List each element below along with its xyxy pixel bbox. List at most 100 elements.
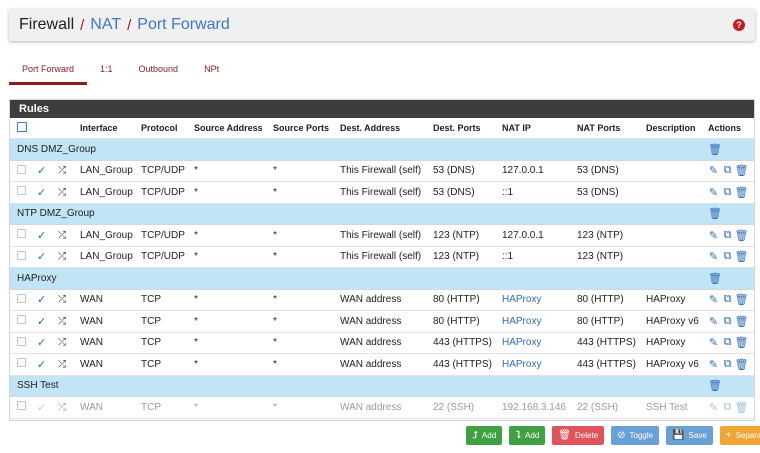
- checkmark-icon[interactable]: ✓: [37, 164, 46, 177]
- edit-icon[interactable]: ✎: [708, 293, 719, 306]
- protocol-cell: TCP: [141, 358, 161, 370]
- trash-icon: 🗑: [558, 430, 571, 441]
- help-icon[interactable]: ?: [733, 19, 745, 31]
- checkmark-icon[interactable]: ✓: [37, 186, 46, 199]
- tab-1to1[interactable]: 1:1: [87, 55, 126, 85]
- shuffle-icon: ⤮: [58, 251, 66, 263]
- trash-icon[interactable]: 🗑: [735, 229, 749, 242]
- edit-icon[interactable]: ✎: [708, 336, 719, 349]
- copy-icon[interactable]: ⧉: [722, 315, 733, 328]
- row-actions: ✎ ⧉ 🗑: [708, 401, 749, 414]
- interface-cell: WAN: [80, 401, 103, 413]
- trash-icon[interactable]: 🗑: [735, 358, 749, 371]
- separator-row: DNS DMZ_Group 🗑: [10, 139, 754, 161]
- table-row: ✓ ⤮ WAN TCP * * WAN address 80 (HTTP) HAProxy 80 …: [10, 311, 754, 333]
- nat-ports-cell: 22 (SSH): [577, 401, 619, 413]
- breadcrumb-port-forward[interactable]: Port Forward: [137, 16, 229, 34]
- trash-icon[interactable]: 🗑: [735, 401, 749, 414]
- shuffle-icon: ⤮: [58, 294, 66, 306]
- checkmark-icon[interactable]: ✓: [37, 401, 46, 414]
- checkmark-icon[interactable]: ✓: [37, 229, 46, 242]
- dest-address-cell: This Firewall (self): [340, 165, 422, 177]
- trash-icon[interactable]: 🗑: [708, 143, 722, 156]
- rules-panel: Rules Interface Protocol Source Address …: [9, 99, 755, 421]
- row-actions: ✎ ⧉ 🗑: [708, 358, 749, 371]
- row-checkbox[interactable]: [17, 250, 26, 263]
- trash-icon[interactable]: 🗑: [708, 272, 722, 285]
- add-above-button[interactable]: ⮥ Add: [466, 426, 503, 445]
- row-checkbox[interactable]: [17, 336, 26, 349]
- row-checkbox[interactable]: [17, 401, 26, 413]
- checkmark-icon[interactable]: ✓: [37, 336, 46, 349]
- nat-ip-cell: 192.168.3.146: [502, 401, 566, 413]
- row-checkbox[interactable]: [17, 186, 26, 198]
- delete-button[interactable]: 🗑 Delete: [552, 426, 605, 445]
- tab-outbound[interactable]: Outbound: [126, 55, 192, 85]
- separator-row: NTP DMZ_Group 🗑: [10, 203, 754, 225]
- col-dest-address: Dest. Address: [340, 123, 401, 133]
- dest-ports-cell: 53 (DNS): [433, 186, 475, 198]
- table-row: ✓ ⤮ LAN_Group TCP/UDP * * This Firewall (self)…: [10, 161, 754, 182]
- copy-icon[interactable]: ⧉: [722, 336, 733, 349]
- select-all-checkbox[interactable]: [17, 122, 27, 134]
- breadcrumb-nat[interactable]: NAT: [90, 16, 121, 34]
- checkmark-icon[interactable]: ✓: [37, 358, 46, 371]
- trash-icon[interactable]: 🗑: [735, 164, 749, 177]
- copy-icon[interactable]: ⧉: [722, 293, 733, 306]
- trash-icon[interactable]: 🗑: [735, 293, 749, 306]
- trash-icon[interactable]: 🗑: [708, 379, 722, 392]
- nat-ip-cell[interactable]: HAProxy: [502, 316, 541, 327]
- edit-icon[interactable]: ✎: [708, 358, 719, 371]
- copy-icon[interactable]: ⧉: [722, 358, 733, 371]
- row-checkbox[interactable]: [17, 293, 26, 306]
- interface-cell: LAN_Group: [80, 165, 133, 177]
- trash-icon[interactable]: 🗑: [735, 315, 749, 328]
- copy-icon[interactable]: ⧉: [722, 401, 733, 414]
- separator-button[interactable]: +Separator: [719, 426, 760, 445]
- checkmark-icon[interactable]: ✓: [37, 293, 46, 306]
- edit-icon[interactable]: ✎: [708, 250, 719, 263]
- tab-npt[interactable]: NPt: [191, 55, 232, 85]
- row-checkbox[interactable]: [17, 315, 26, 327]
- trash-icon[interactable]: 🗑: [735, 186, 749, 199]
- save-button[interactable]: 💾 Save: [666, 426, 713, 445]
- tab-port-forward[interactable]: Port Forward: [9, 55, 88, 85]
- trash-icon[interactable]: 🗑: [735, 336, 749, 349]
- toggle-button[interactable]: ⊘ Toggle: [611, 426, 660, 445]
- copy-icon[interactable]: ⧉: [722, 186, 733, 199]
- trash-icon[interactable]: 🗑: [735, 250, 749, 263]
- nat-ip-cell[interactable]: HAProxy: [502, 359, 541, 370]
- edit-icon[interactable]: ✎: [708, 401, 719, 414]
- trash-icon[interactable]: 🗑: [708, 207, 722, 220]
- protocol-cell: TCP: [141, 337, 161, 349]
- copy-icon[interactable]: ⧉: [722, 250, 733, 263]
- breadcrumb-firewall: Firewall: [19, 16, 75, 33]
- separator-label: SSH Test: [17, 380, 59, 392]
- edit-icon[interactable]: ✎: [708, 229, 719, 242]
- save-icon: 💾: [672, 430, 685, 441]
- checkmark-icon[interactable]: ✓: [37, 315, 46, 328]
- checkmark-icon[interactable]: ✓: [37, 250, 46, 263]
- edit-icon[interactable]: ✎: [708, 164, 719, 177]
- row-actions: ✎ ⧉ 🗑: [708, 229, 749, 242]
- dest-ports-cell: 123 (NTP): [433, 229, 480, 241]
- interface-cell: LAN_Group: [80, 251, 133, 263]
- nat-ip-cell[interactable]: HAProxy: [502, 337, 541, 348]
- copy-icon[interactable]: ⧉: [722, 164, 733, 177]
- shuffle-icon: ⤮: [58, 315, 66, 327]
- nat-ip-cell[interactable]: HAProxy: [502, 294, 541, 305]
- row-actions: ✎ ⧉ 🗑: [708, 336, 749, 349]
- row-checkbox[interactable]: [17, 358, 26, 370]
- dest-address-cell: WAN address: [340, 294, 402, 306]
- add-below-button[interactable]: ⮧ Add: [509, 426, 546, 445]
- separator-actions: 🗑: [708, 207, 722, 220]
- row-checkbox[interactable]: [17, 229, 26, 241]
- copy-icon[interactable]: ⧉: [722, 229, 733, 242]
- edit-icon[interactable]: ✎: [708, 315, 719, 328]
- source-ports-cell: *: [273, 229, 277, 241]
- table-row: ✓ ⤮ LAN_Group TCP/UDP * * This Firewall (self)…: [10, 225, 754, 247]
- edit-icon[interactable]: ✎: [708, 186, 719, 199]
- shuffle-icon: ⤮: [58, 229, 66, 241]
- row-checkbox[interactable]: [17, 164, 26, 177]
- col-protocol: Protocol: [141, 123, 178, 133]
